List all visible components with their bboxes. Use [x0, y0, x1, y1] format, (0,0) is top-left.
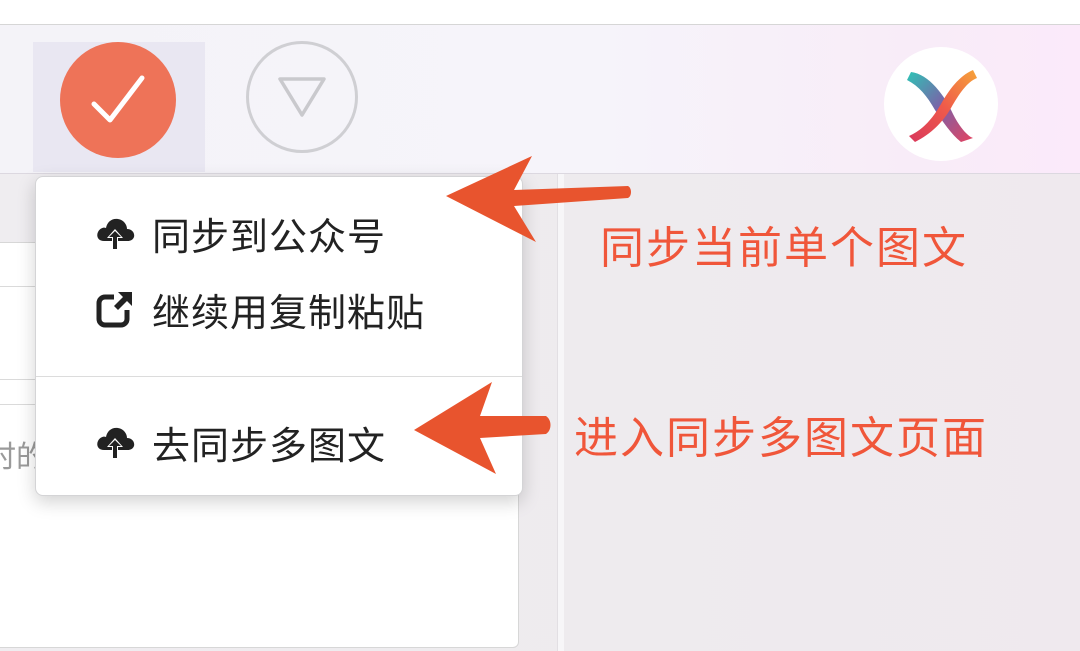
- dropdown-toggle-button[interactable]: [246, 41, 358, 153]
- sync-check-button[interactable]: [60, 42, 176, 158]
- menu-item-sync-to-official-account[interactable]: 同步到公众号: [94, 205, 386, 261]
- menu-item-label: 去同步多图文: [152, 423, 387, 468]
- menu-divider: [36, 376, 522, 377]
- x-logo-icon: [907, 70, 977, 142]
- external-link-icon: [94, 288, 136, 330]
- triangle-down-icon: [278, 77, 326, 117]
- annotation-multi-article: 进入同步多图文页面: [574, 413, 988, 464]
- cloud-upload-icon: [94, 212, 136, 254]
- annotation-arrow-multi: [414, 382, 551, 474]
- check-icon: [91, 75, 145, 123]
- menu-item-continue-copy-paste[interactable]: 继续用复制粘贴: [94, 281, 425, 337]
- menu-item-label: 继续用复制粘贴: [152, 290, 426, 335]
- window-top-edge: [0, 0, 1080, 25]
- annotation-single-article: 同步当前单个图文: [600, 223, 968, 274]
- menu-item-sync-multi-article[interactable]: 去同步多图文: [94, 414, 386, 470]
- cloud-upload-icon: [94, 421, 136, 463]
- app-logo: [884, 47, 998, 161]
- menu-item-label: 同步到公众号: [152, 214, 387, 259]
